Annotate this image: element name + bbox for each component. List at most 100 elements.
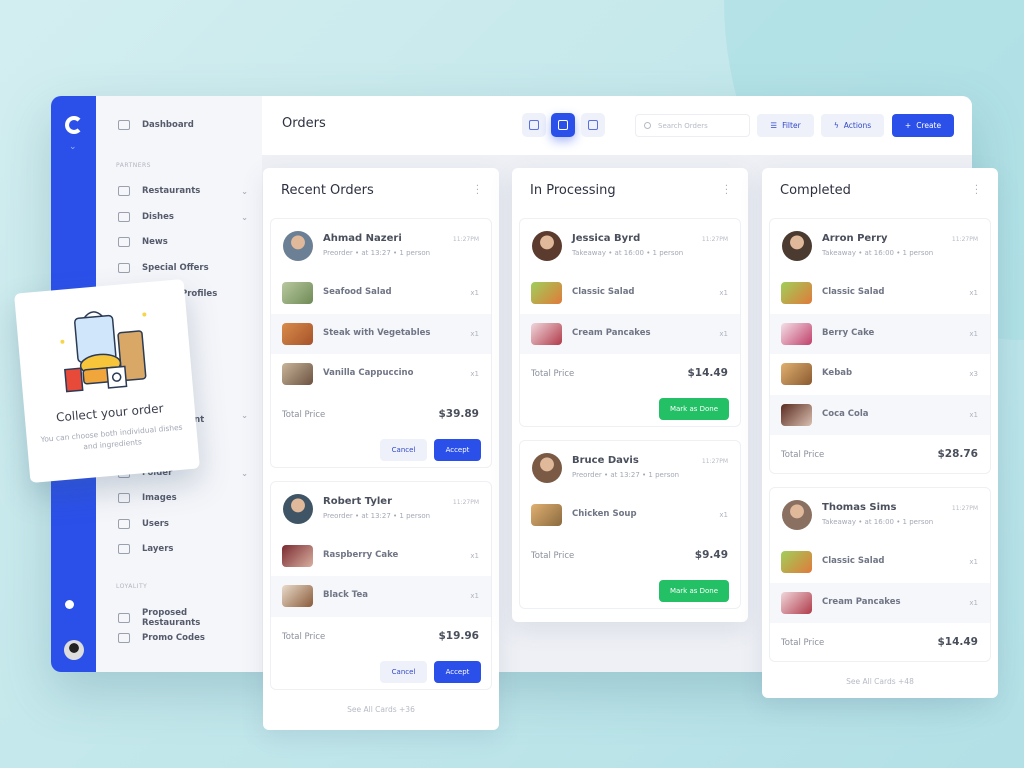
order-item: Steak with Vegetables x1 [271, 313, 491, 354]
sidebar-section-title: PARTNERS [116, 162, 151, 169]
order-card[interactable]: Bruce Davis Preorder • at 13:27 • 1 perso… [519, 440, 741, 609]
dish-quantity: x1 [719, 329, 728, 338]
sidebar-item[interactable]: Special Offers [118, 263, 248, 273]
total-price-value: $9.49 [694, 548, 728, 561]
dish-thumbnail [531, 322, 562, 345]
chevron-down-icon: ⌄ [241, 186, 248, 196]
order-actions: Cancel Accept [271, 657, 491, 689]
board-view-button[interactable] [551, 113, 575, 137]
actions-button[interactable]: ϟ Actions [821, 114, 884, 137]
chevron-down-icon: ⌄ [241, 212, 248, 222]
sidebar-item-label: Special Offers [142, 263, 209, 273]
more-options-icon[interactable]: · · · [476, 182, 479, 200]
sidebar-item[interactable]: News [118, 237, 248, 247]
order-item: Cream Pancakes x1 [520, 313, 740, 354]
cards-view-button[interactable] [581, 113, 605, 137]
order-meta: Takeaway • at 16:00 • 1 person [572, 249, 684, 257]
customer-avatar [283, 231, 313, 261]
accept-button[interactable]: Accept [434, 660, 481, 683]
column-title: Recent Orders [281, 183, 374, 198]
create-button[interactable]: + Create [892, 114, 954, 137]
sidebar-item[interactable]: Dishes ⌄ [118, 212, 248, 222]
sidebar-item-label: Restaurants [142, 186, 201, 196]
order-column: Completed · · · Arron Perry Takeaway • at 16:… [762, 168, 998, 698]
sidebar-item[interactable]: Images [118, 493, 248, 503]
customer-name: Robert Tyler [323, 495, 392, 507]
dish-thumbnail [781, 282, 812, 304]
more-options-icon[interactable]: · · · [725, 182, 728, 200]
food-illustration-icon [60, 311, 147, 393]
board-icon [558, 120, 568, 130]
total-price-value: $14.49 [687, 367, 728, 379]
search-icon [644, 122, 651, 129]
table-view-button[interactable] [522, 113, 546, 137]
dish-quantity: x1 [719, 511, 728, 519]
total-price-row: Total Price $19.96 [271, 617, 491, 657]
order-card[interactable]: Thomas Sims Takeaway • at 16:00 • 1 perso… [769, 487, 991, 662]
avatar[interactable] [64, 640, 84, 660]
column-title: Completed [780, 183, 851, 198]
accept-button[interactable]: Accept [434, 438, 481, 461]
mark-as-done-button[interactable]: Mark as Done [659, 398, 729, 420]
total-price-label: Total Price [781, 638, 825, 648]
cards-icon [588, 120, 598, 130]
sidebar-item[interactable]: Users [118, 519, 248, 529]
sidebar-item[interactable]: Dashboard [118, 120, 248, 130]
customer-name: Arron Perry [822, 233, 888, 244]
users-icon [118, 519, 130, 529]
customer-avatar [782, 231, 812, 261]
sidebar-item[interactable]: Restaurants ⌄ [118, 186, 248, 196]
order-items: Classic Salad x1 Cream Pancakes x1 [770, 542, 990, 623]
order-item: Vanilla Cappuccino x1 [271, 354, 491, 395]
cancel-button[interactable]: Cancel [380, 660, 427, 683]
chevron-down-icon: ⌄ [241, 410, 248, 420]
total-price-label: Total Price [781, 450, 825, 460]
order-items: Classic Salad x1 Cream Pancakes x1 [520, 273, 740, 354]
dish-thumbnail [781, 363, 812, 385]
sidebar-item-label: Proposed Restaurants [141, 608, 201, 628]
mark-as-done-button[interactable]: Mark as Done [659, 579, 729, 602]
total-price-label: Total Price [531, 550, 575, 561]
see-all-link[interactable]: See All Cards +36 [263, 705, 499, 714]
customer-avatar [283, 493, 313, 524]
more-options-icon[interactable]: · · · [975, 182, 978, 200]
order-card[interactable]: Jessica Byrd Takeaway • at 16:00 • 1 pers… [519, 218, 741, 427]
table-icon [529, 120, 539, 130]
see-all-link[interactable]: See All Cards +48 [762, 677, 998, 686]
status-dot-icon[interactable] [65, 600, 74, 609]
dish-quantity: x1 [470, 592, 479, 600]
sidebar-item[interactable]: Proposed Restaurants [118, 608, 248, 628]
dish-thumbnail [781, 403, 812, 426]
filter-button[interactable]: ☰ Filter [757, 114, 814, 137]
dish-name: Vanilla Cappuccino [323, 368, 414, 378]
order-card[interactable]: Robert Tyler Preorder • at 13:27 • 1 pers… [270, 480, 492, 690]
order-time: 11:27PM [701, 236, 728, 243]
search-placeholder: Search Orders [658, 122, 708, 130]
order-card[interactable]: Ahmad Nazeri Preorder • at 13:27 • 1 pers… [270, 218, 492, 468]
dish-quantity: x1 [470, 551, 479, 560]
order-card[interactable]: Arron Perry Takeaway • at 16:00 • 1 perso… [769, 218, 991, 474]
chevron-down-icon[interactable]: ⌄ [69, 142, 77, 152]
dish-name: Cream Pancakes [822, 596, 901, 607]
logo-icon[interactable] [65, 116, 83, 134]
cancel-button[interactable]: Cancel [380, 438, 427, 461]
search-input[interactable]: Search Orders [635, 114, 750, 137]
order-items: Seafood Salad x1 Steak with Vegetables x1 Va… [271, 273, 491, 395]
total-price-row: Total Price $14.49 [770, 623, 990, 661]
order-header: Robert Tyler Preorder • at 13:27 • 1 pers… [271, 482, 491, 536]
order-meta: Preorder • at 13:27 • 1 person [323, 249, 431, 257]
sidebar-item[interactable]: Layers [118, 544, 248, 554]
order-item: Kebab x3 [770, 354, 990, 395]
order-column: In Processing · · · Jessica Byrd Takeaway • a… [512, 168, 748, 622]
customer-avatar [782, 500, 812, 530]
promo-card: Collect your order You can choose both i… [14, 278, 200, 484]
sidebar-item[interactable]: Promo Codes [118, 633, 248, 643]
order-time: 11:27PM [701, 458, 728, 465]
customer-name: Ahmad Nazeri [323, 233, 402, 244]
dish-quantity: x1 [969, 289, 978, 297]
image-icon [118, 493, 130, 503]
filter-icon: ☰ [770, 121, 778, 130]
order-item: Black Tea x1 [271, 576, 491, 617]
dish-quantity: x1 [969, 329, 978, 338]
dish-thumbnail [781, 591, 812, 614]
